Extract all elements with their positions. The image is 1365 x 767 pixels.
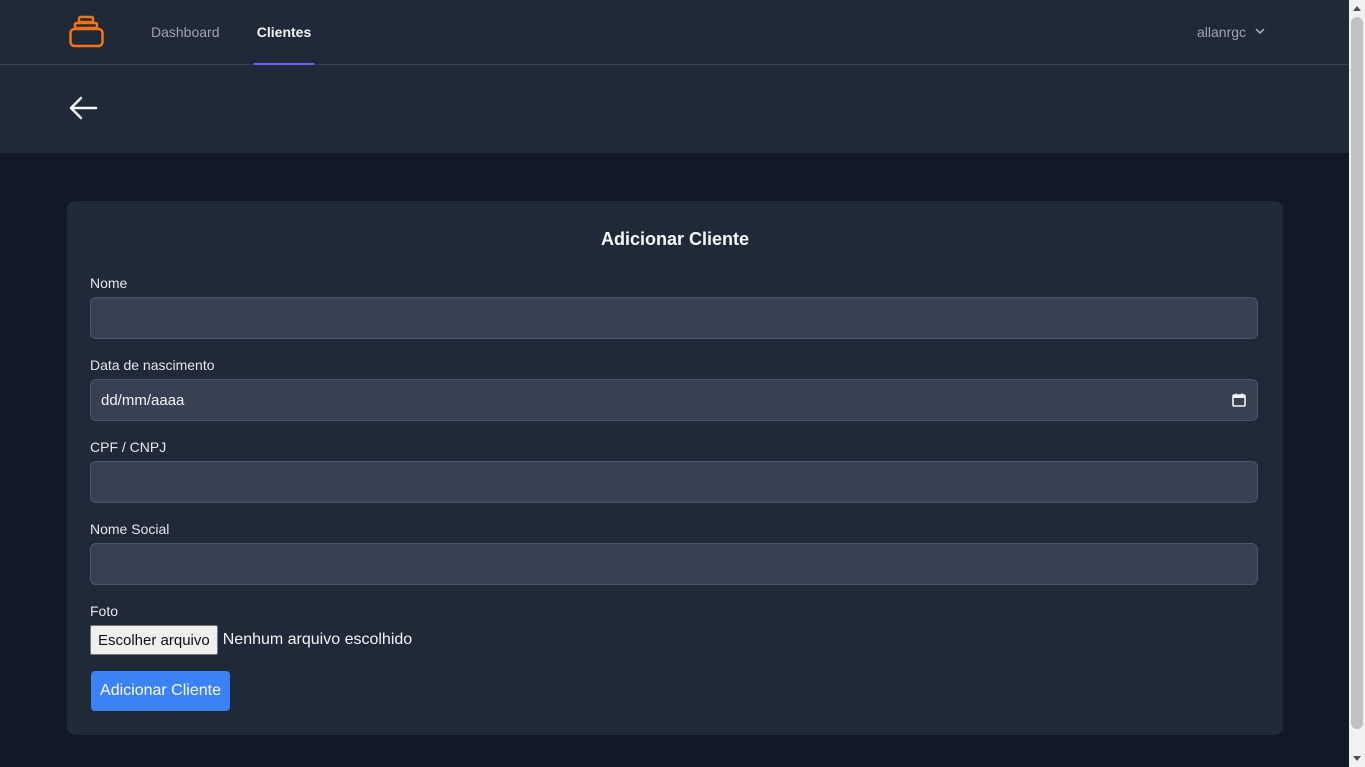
scroll-down-icon[interactable] <box>1349 751 1365 767</box>
photo-file-input: Escolher arquivo Nenhum arquivo escolhid… <box>90 625 412 655</box>
nav-link-clientes[interactable]: Clientes <box>254 0 314 65</box>
stack-logo-icon[interactable] <box>68 15 106 49</box>
birthdate-label: Data de nascimento <box>90 357 215 373</box>
choose-file-button[interactable]: Escolher arquivo <box>90 625 218 655</box>
scroll-up-icon[interactable] <box>1349 0 1365 16</box>
file-status: Nenhum arquivo escolhido <box>222 631 413 648</box>
cpf-input[interactable] <box>90 461 1258 503</box>
cpf-label: CPF / CNPJ <box>90 439 167 455</box>
add-client-form: Adicionar Cliente Nome Data de nasciment… <box>67 201 1283 735</box>
scroll-thumb[interactable] <box>1351 17 1363 729</box>
user-menu[interactable]: allanrgc <box>1197 0 1266 64</box>
nome-input[interactable] <box>90 297 1258 339</box>
chevron-down-icon <box>1254 1 1266 64</box>
form-title: Adicionar Cliente <box>600 229 750 249</box>
top-navbar: Dashboard Clientes allanrgc <box>0 0 1349 65</box>
nome-label: Nome <box>90 275 128 291</box>
page-header <box>0 65 1349 153</box>
birthdate-placeholder: dd/mm/aaaa <box>101 391 185 409</box>
calendar-icon[interactable] <box>1231 392 1247 408</box>
photo-label: Foto <box>90 603 119 619</box>
birthdate-input[interactable]: dd/mm/aaaa <box>90 379 1258 421</box>
vertical-scrollbar[interactable] <box>1349 0 1365 767</box>
user-name: allanrgc <box>1197 23 1247 40</box>
social-name-label: Nome Social <box>90 521 170 537</box>
nav-link-dashboard[interactable]: Dashboard <box>151 0 220 65</box>
arrow-left-icon[interactable] <box>66 91 100 125</box>
add-client-button[interactable]: Adicionar Cliente <box>91 671 230 711</box>
social-name-input[interactable] <box>90 543 1258 585</box>
